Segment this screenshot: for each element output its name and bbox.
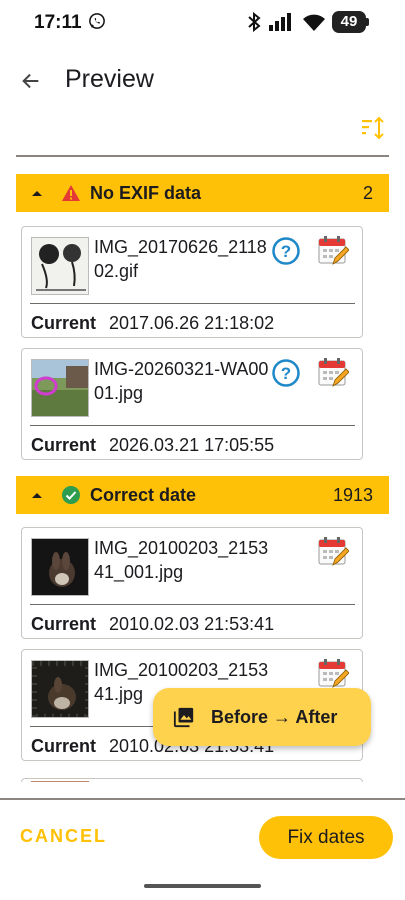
current-date: 2026.03.21 17:05:55 [109, 435, 275, 455]
whatsapp-icon [89, 13, 105, 29]
cancel-button[interactable]: CANCEL [20, 826, 107, 847]
photo-library-icon [173, 707, 194, 728]
card-divider [30, 604, 355, 605]
home-indicator[interactable] [144, 884, 261, 888]
current-date: 2010.02.03 21:53:41 [109, 614, 275, 634]
calendar-edit-icon [318, 537, 350, 566]
card-divider [30, 303, 355, 304]
screen: 17:11 49 Preview No EXIF data 2 IMG_2017… [0, 0, 405, 900]
photo-thumbnail [31, 538, 89, 596]
group-label: No EXIF data [90, 182, 202, 203]
photo-filename: IMG_20100203_215341_001.jpg [94, 538, 269, 582]
fix-dates-label: Fix dates [287, 826, 365, 848]
photo-filename: IMG-20260321-WA0001.jpg [94, 359, 269, 403]
current-label: Current [31, 614, 97, 634]
edit-date-button[interactable] [317, 356, 350, 388]
group-label: Correct date [90, 484, 197, 505]
photo-card[interactable]: IMG_20100203_215341_001.jpg Current 2010… [21, 527, 363, 639]
group-header-no-exif[interactable]: No EXIF data 2 [16, 174, 389, 212]
calendar-edit-icon [318, 358, 350, 387]
signal-icon [269, 13, 291, 31]
current-label: Current [31, 313, 97, 333]
top-divider [16, 155, 389, 157]
group-header-correct-date[interactable]: Correct date 1913 [16, 476, 389, 514]
svg-text:?: ? [281, 242, 291, 261]
collapse-icon [30, 189, 44, 197]
group-count: 2 [362, 182, 373, 203]
help-button[interactable]: ? [271, 358, 301, 388]
collapse-icon [30, 491, 44, 499]
photo-card-partial[interactable] [21, 778, 363, 782]
photo-filename: IMG_20170626_211802.gif [94, 237, 267, 281]
before-after-label: Before → After [211, 706, 338, 727]
svg-text:?: ? [281, 364, 291, 383]
fix-dates-button[interactable]: Fix dates [259, 816, 393, 859]
edit-date-button[interactable] [317, 657, 350, 689]
sort-button[interactable] [358, 113, 390, 143]
before-after-button[interactable]: Before → After [153, 688, 371, 746]
status-time: 17:11 [34, 12, 82, 33]
sort-icon [362, 116, 384, 140]
photo-thumbnail [31, 781, 89, 782]
group-count: 1913 [332, 484, 373, 505]
photo-card[interactable]: IMG_20170626_211802.gif ? Current 2017.0… [21, 226, 363, 338]
back-button[interactable] [14, 64, 48, 98]
current-label: Current [31, 736, 97, 756]
bottom-divider [0, 798, 405, 800]
photo-thumbnail [31, 359, 89, 417]
arrow-left-icon [22, 73, 39, 89]
card-divider [30, 425, 355, 426]
help-button[interactable]: ? [271, 236, 301, 266]
status-bar: 17:11 49 [0, 0, 405, 46]
calendar-edit-icon [318, 236, 350, 265]
current-date: 2017.06.26 21:18:02 [109, 313, 275, 333]
help-icon: ? [272, 359, 300, 387]
calendar-edit-icon [318, 659, 350, 688]
bluetooth-icon [248, 12, 261, 32]
photo-card[interactable]: IMG-20260321-WA0001.jpg ? Current 2026.0… [21, 348, 363, 460]
current-label: Current [31, 435, 97, 455]
help-icon: ? [272, 237, 300, 265]
battery-icon: 49 [332, 11, 370, 33]
photo-thumbnail [31, 660, 89, 718]
battery-level: 49 [340, 13, 358, 30]
warning-icon [61, 183, 81, 203]
page-title: Preview [65, 65, 154, 93]
wifi-icon [303, 14, 325, 31]
edit-date-button[interactable] [317, 234, 350, 266]
edit-date-button[interactable] [317, 535, 350, 567]
photo-thumbnail [31, 237, 89, 295]
check-circle-icon [61, 485, 81, 505]
